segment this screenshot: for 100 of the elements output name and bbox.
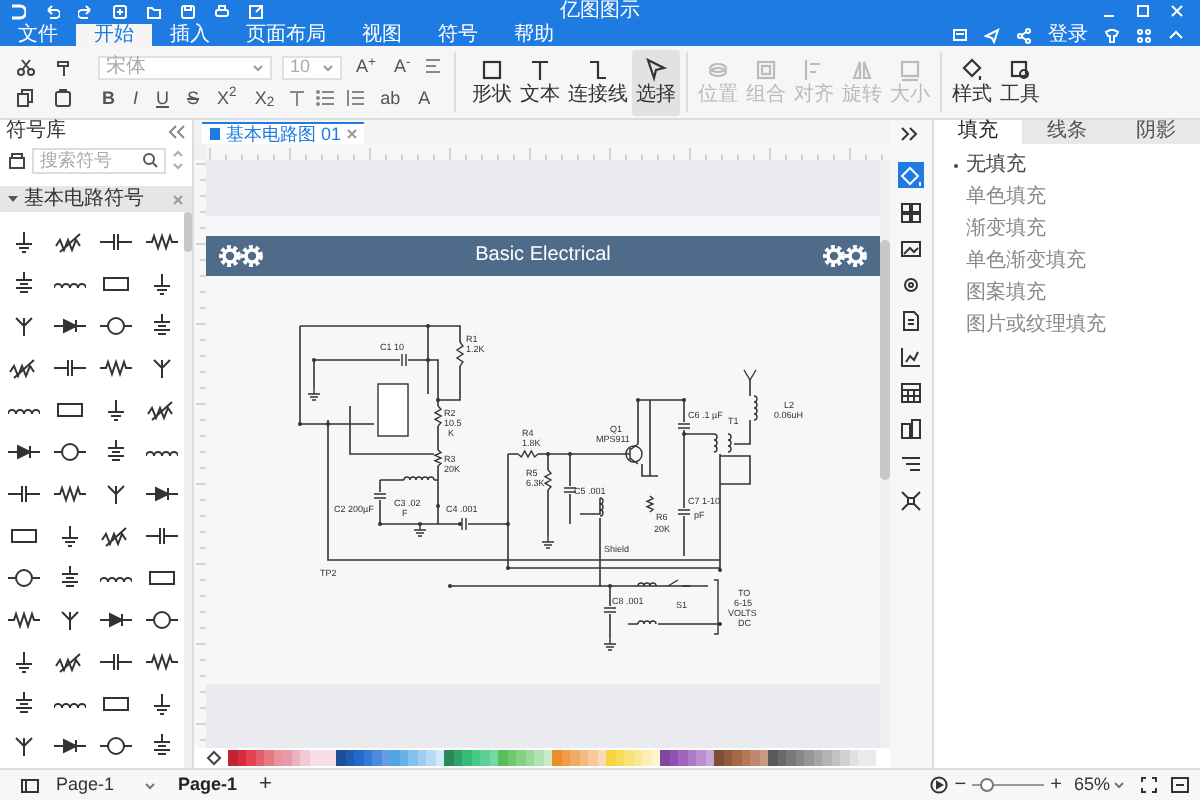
diode-icon[interactable] — [99, 607, 131, 631]
circle-symbol-icon[interactable] — [145, 607, 177, 631]
rectangle-resistor-icon[interactable] — [99, 271, 131, 295]
text-style-button[interactable]: A — [414, 87, 435, 109]
capacitor-icon[interactable] — [99, 649, 131, 673]
rectangle-resistor-icon[interactable] — [53, 397, 85, 421]
zoom-in-button[interactable]: + — [1050, 775, 1062, 795]
gear-icon[interactable] — [900, 274, 922, 296]
print-icon[interactable] — [214, 3, 230, 19]
category-header[interactable]: 基本电路符号 — [0, 186, 192, 212]
search-field[interactable]: 搜索符号 — [32, 147, 166, 173]
close-tab-icon[interactable] — [345, 128, 358, 140]
fill-option[interactable]: 单色渐变填充 — [954, 252, 1200, 272]
text-tool-button[interactable]: 文本 — [516, 49, 565, 115]
fill-option[interactable]: 单色填充 — [954, 188, 1200, 208]
zigzag-resistor-icon[interactable] — [145, 229, 177, 253]
variable-resistor-icon[interactable] — [53, 649, 85, 673]
clear-format-icon[interactable] — [288, 89, 307, 107]
diode-icon[interactable] — [145, 481, 177, 505]
app-logo-icon[interactable] — [10, 3, 26, 19]
document-tab[interactable]: 基本电路图 01 — [202, 122, 364, 144]
collapse-panel-icon[interactable] — [168, 124, 186, 140]
format-tab[interactable]: 线条 — [1022, 120, 1112, 144]
cut-icon[interactable] — [16, 57, 36, 77]
fill-option[interactable]: 图案填充 — [954, 284, 1200, 304]
copy-icon[interactable] — [16, 87, 36, 107]
zigzag-resistor-icon[interactable] — [7, 607, 39, 631]
shirt-icon[interactable] — [1104, 27, 1120, 43]
format-tab[interactable]: 阴影 — [1111, 120, 1200, 144]
page-tab[interactable]: Page-1 — [172, 776, 244, 794]
fill-option[interactable]: 无填充 — [954, 156, 1200, 176]
zoom-level-dropdown[interactable]: 65% — [1073, 776, 1124, 794]
capacitor-icon[interactable] — [7, 481, 39, 505]
undo-icon[interactable] — [44, 3, 60, 19]
fill-bucket-icon[interactable] — [898, 162, 924, 188]
document-icon[interactable] — [900, 310, 922, 332]
page-layout-icon[interactable] — [20, 777, 40, 793]
scrollbar-thumb[interactable] — [184, 212, 192, 252]
select-tool-button[interactable]: 选择 — [632, 49, 681, 115]
zigzag-resistor-icon[interactable] — [145, 649, 177, 673]
menu-tab[interactable]: 视图 — [344, 24, 420, 46]
fullscreen-icon[interactable] — [1140, 776, 1158, 794]
format-painter-icon[interactable] — [54, 57, 74, 77]
color-palette[interactable] — [228, 750, 876, 766]
format-button[interactable]: S — [183, 87, 204, 109]
add-page-button[interactable]: + — [259, 774, 272, 796]
expand-arrows-icon[interactable] — [900, 490, 922, 512]
zoom-slider[interactable] — [972, 778, 1045, 792]
capacitor-icon[interactable] — [145, 523, 177, 547]
open-folder-icon[interactable] — [146, 3, 162, 19]
format-button[interactable]: X$_{2}$ — [250, 87, 279, 109]
menu-tab[interactable]: 帮助 — [496, 24, 572, 46]
play-icon[interactable] — [930, 776, 949, 794]
circle-symbol-icon[interactable] — [53, 439, 85, 463]
format-button[interactable]: I — [129, 87, 143, 109]
paste-icon[interactable] — [54, 87, 74, 107]
bar-chart-icon[interactable] — [900, 418, 922, 440]
apps-grid-icon[interactable] — [1136, 27, 1152, 43]
menu-tab[interactable]: 插入 — [152, 24, 228, 46]
grid-icon[interactable] — [900, 202, 922, 224]
circle-symbol-icon[interactable] — [7, 565, 39, 589]
zigzag-resistor-icon[interactable] — [99, 355, 131, 379]
format-button[interactable]: U — [152, 87, 174, 109]
font-size-button[interactable]: A$^{+}$ — [352, 56, 380, 78]
fill-option[interactable]: 图片或纹理填充 — [954, 316, 1200, 336]
list-icon[interactable] — [900, 454, 922, 476]
collapse-icon[interactable] — [1168, 27, 1184, 43]
library-icon[interactable] — [8, 151, 26, 169]
message-icon[interactable] — [952, 27, 968, 43]
login-link[interactable]: 登录 — [1048, 25, 1088, 45]
capacitor-icon[interactable] — [53, 355, 85, 379]
line-chart-icon[interactable] — [900, 346, 922, 368]
shape-tool-button[interactable]: 形状 — [468, 49, 517, 115]
save-icon[interactable] — [180, 3, 196, 19]
new-file-icon[interactable] — [112, 3, 128, 19]
zoom-out-button[interactable]: − — [954, 775, 967, 795]
scrollbar-thumb[interactable] — [880, 240, 890, 480]
diode-icon[interactable] — [7, 439, 39, 463]
line-spacing-icon[interactable] — [346, 88, 367, 108]
style-tool-button[interactable]: 样式 — [948, 49, 997, 115]
menu-tab[interactable]: 符号 — [420, 24, 496, 46]
circle-symbol-icon[interactable] — [99, 733, 131, 757]
align-left-icon[interactable] — [424, 58, 443, 76]
variable-resistor-icon[interactable] — [7, 355, 39, 379]
diode-icon[interactable] — [53, 313, 85, 337]
zigzag-resistor-icon[interactable] — [53, 481, 85, 505]
bullet-list-icon[interactable] — [316, 88, 337, 108]
rectangle-resistor-icon[interactable] — [145, 565, 177, 589]
redo-icon[interactable] — [78, 3, 94, 19]
connector-tool-button[interactable]: 连接线 — [564, 49, 633, 115]
fill-bucket-icon[interactable] — [206, 750, 222, 766]
fill-option[interactable]: 渐变填充 — [954, 220, 1200, 240]
format-button[interactable]: X$^{2}$ — [213, 87, 241, 109]
format-button[interactable]: B — [98, 87, 119, 109]
menu-tab[interactable]: 开始 — [76, 24, 152, 46]
rectangle-resistor-icon[interactable] — [7, 523, 39, 547]
variable-resistor-icon[interactable] — [145, 397, 177, 421]
export-icon[interactable] — [248, 3, 264, 19]
fit-page-icon[interactable] — [1170, 776, 1190, 794]
circle-symbol-icon[interactable] — [99, 313, 131, 337]
